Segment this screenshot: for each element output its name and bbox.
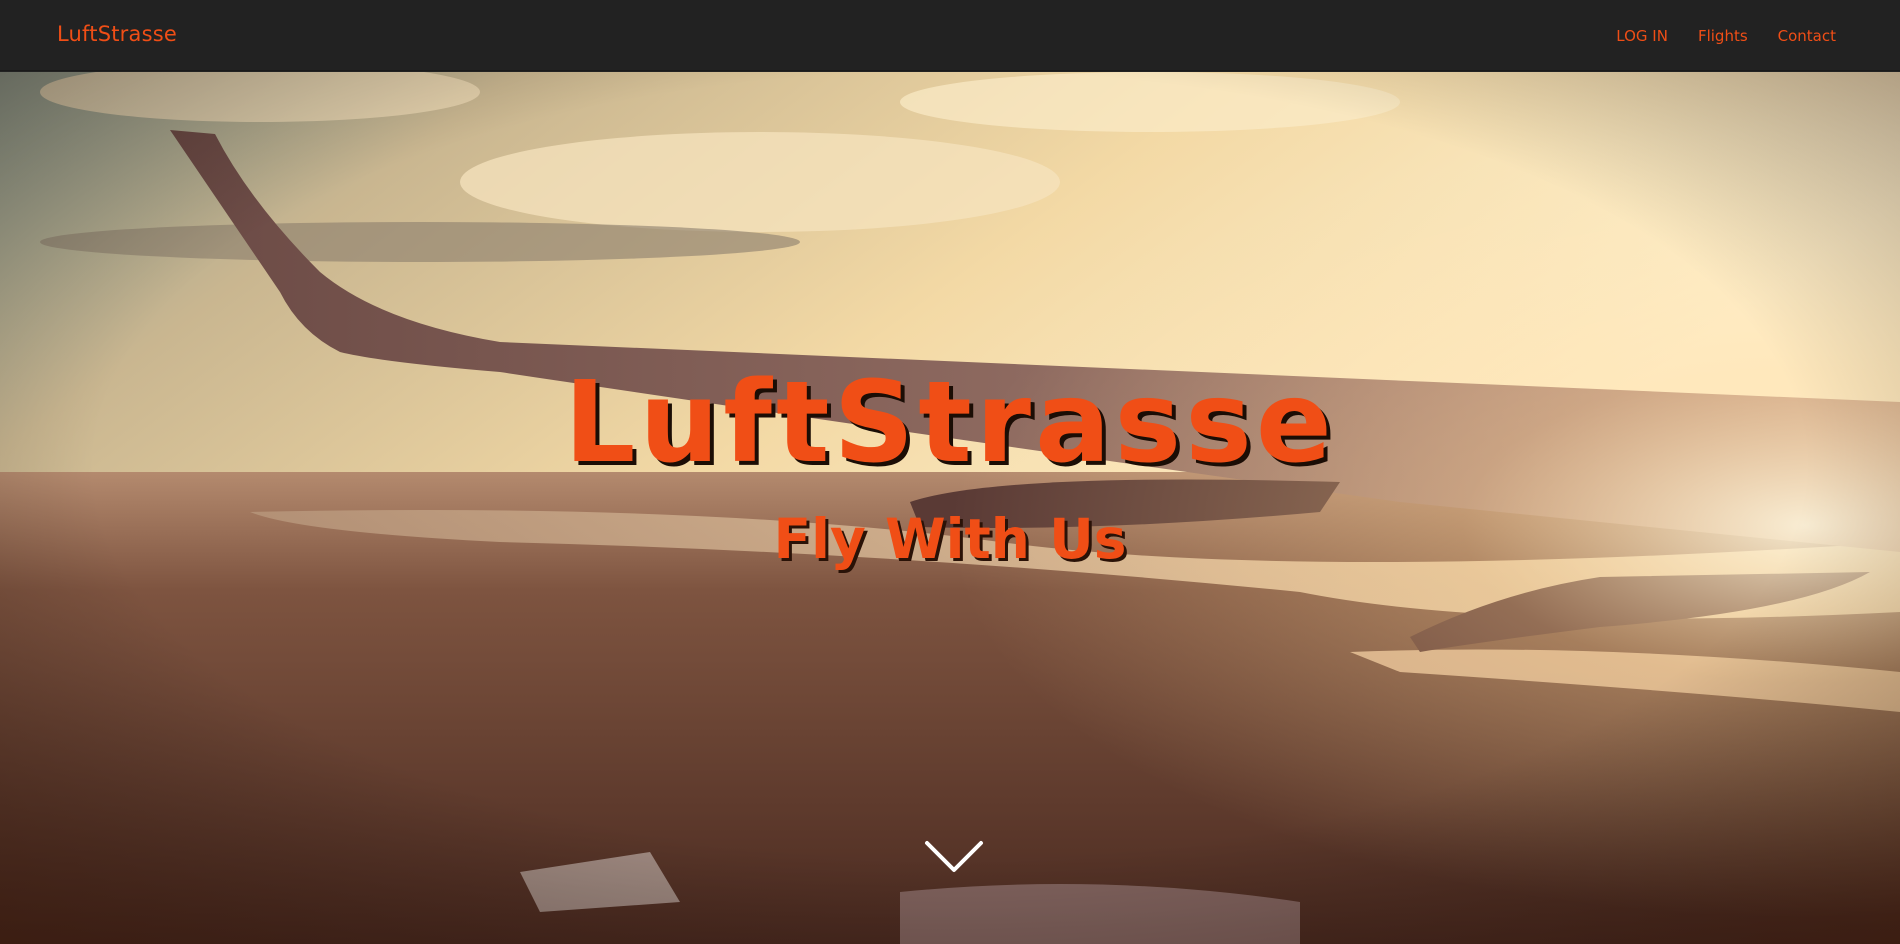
top-navbar: LuftStrasse LOG IN Flights Contact [0, 0, 1900, 71]
chevron-down-icon[interactable] [924, 840, 984, 874]
hero-title: LuftStrasse [564, 358, 1336, 488]
brand-logo-link[interactable]: LuftStrasse [57, 22, 177, 46]
nav-login-link[interactable]: LOG IN [1616, 27, 1668, 45]
hero-section: LuftStrasse Fly With Us [0, 72, 1900, 944]
nav-links: LOG IN Flights Contact [1616, 27, 1836, 45]
hero-subtitle: Fly With Us [773, 507, 1127, 571]
nav-contact-link[interactable]: Contact [1778, 27, 1836, 45]
nav-flights-link[interactable]: Flights [1698, 27, 1748, 45]
